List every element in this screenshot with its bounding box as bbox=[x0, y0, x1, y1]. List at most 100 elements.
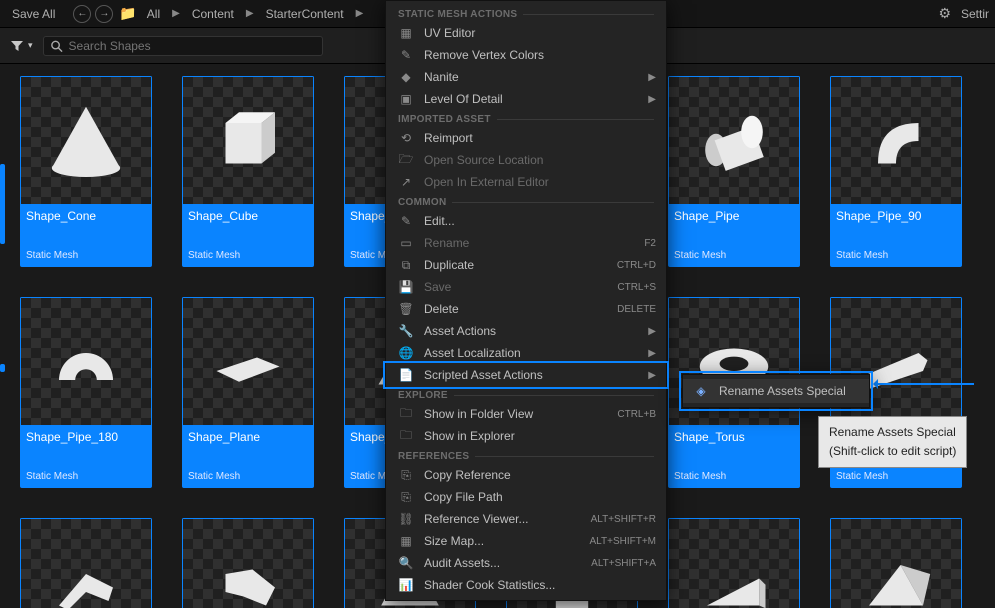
cm-copy-reference[interactable]: ⎘Copy Reference bbox=[386, 464, 666, 486]
globe-icon: 🌐 bbox=[398, 345, 414, 361]
asset-tile[interactable]: Shape_Pipe Static Mesh bbox=[668, 76, 800, 267]
asset-tile[interactable]: Shape_Wedge_BStatic Mesh bbox=[830, 518, 962, 608]
cm-reimport[interactable]: ⟲Reimport bbox=[386, 127, 666, 149]
trash-icon: 🗑 bbox=[398, 301, 414, 317]
cm-section-sma: STATIC MESH ACTIONS bbox=[386, 5, 666, 22]
tooltip-title: Rename Assets Special bbox=[829, 423, 956, 442]
script-icon: 📄 bbox=[398, 367, 414, 383]
asset-thumbnail bbox=[20, 76, 152, 204]
asset-type: Static Mesh bbox=[668, 250, 800, 267]
cm-remove-vertex-colors[interactable]: ✎Remove Vertex Colors bbox=[386, 44, 666, 66]
rename-icon: ▭ bbox=[398, 235, 414, 251]
cm-asset-localization[interactable]: 🌐Asset Localization▶ bbox=[386, 342, 666, 364]
asset-type: Static Mesh bbox=[20, 250, 152, 267]
asset-name: Shape_Plane bbox=[182, 425, 314, 445]
asset-tile[interactable]: Shape_ConeStatic Mesh bbox=[20, 76, 152, 267]
cm-section-imported: IMPORTED ASSET bbox=[386, 110, 666, 127]
sidebar-handle[interactable] bbox=[0, 364, 5, 372]
treemap-icon: ▦ bbox=[398, 533, 414, 549]
chevron-right-icon: ▶ bbox=[240, 8, 260, 19]
asset-thumbnail bbox=[668, 76, 800, 204]
cm-delete[interactable]: 🗑DeleteDELETE bbox=[386, 298, 666, 320]
chevron-right-icon: ▶ bbox=[648, 326, 656, 337]
asset-name: Shape_Torus bbox=[668, 425, 800, 445]
reimport-icon: ⟲ bbox=[398, 130, 414, 146]
asset-thumbnail bbox=[182, 518, 314, 608]
asset-tile[interactable]: Shape_Plane Static Mesh bbox=[182, 297, 314, 488]
sidebar-handle[interactable] bbox=[0, 164, 5, 244]
chevron-right-icon: ▶ bbox=[350, 8, 370, 19]
asset-tile[interactable]: Shape_Pipe_180 Static Mesh bbox=[20, 297, 152, 488]
cm-section-explore: EXPLORE bbox=[386, 386, 666, 403]
external-icon: ↗ bbox=[398, 174, 414, 190]
cm-edit[interactable]: ✎Edit... bbox=[386, 210, 666, 232]
asset-name: Shape_Pipe bbox=[668, 204, 800, 224]
cm-section-common: COMMON bbox=[386, 193, 666, 210]
cm-show-folder-view[interactable]: 🗀Show in Folder ViewCTRL+B bbox=[386, 403, 666, 425]
asset-name: Shape_Pipe_90 bbox=[830, 204, 962, 224]
cm-reference-viewer[interactable]: ⛓Reference Viewer...ALT+SHIFT+R bbox=[386, 508, 666, 530]
asset-type: Static Mesh bbox=[830, 250, 962, 267]
cm-copy-file-path[interactable]: ⎘Copy File Path bbox=[386, 486, 666, 508]
settings-button[interactable]: Settings bbox=[955, 5, 989, 23]
nav-forward-icon[interactable]: → bbox=[95, 5, 113, 23]
chevron-right-icon: ▶ bbox=[648, 348, 656, 359]
breadcrumb-starter[interactable]: StarterContent bbox=[260, 5, 350, 23]
asset-type: Static Mesh bbox=[182, 471, 314, 488]
copy-icon: ⧉ bbox=[398, 257, 414, 273]
context-submenu: ◈ Rename Assets Special bbox=[682, 374, 870, 408]
nav-back-icon[interactable]: ← bbox=[73, 5, 91, 23]
folder-icon[interactable]: 📁 bbox=[119, 5, 136, 22]
search-icon bbox=[50, 39, 63, 53]
breadcrumb-content[interactable]: Content bbox=[186, 5, 240, 23]
submenu-rename-assets-special[interactable]: ◈ Rename Assets Special bbox=[683, 379, 869, 403]
cm-save: 💾SaveCTRL+S bbox=[386, 276, 666, 298]
cm-lod[interactable]: ▣Level Of Detail▶ bbox=[386, 88, 666, 110]
asset-name: Shape_Cube bbox=[182, 204, 314, 224]
asset-tile[interactable]: Shape_Trim_90_OutStatic Mesh bbox=[182, 518, 314, 608]
clipboard-icon: ⎘ bbox=[398, 467, 414, 483]
asset-type: Static Mesh bbox=[182, 250, 314, 267]
asset-tile[interactable]: Shape_Trim_90_InStatic Mesh bbox=[20, 518, 152, 608]
cm-nanite[interactable]: ◆Nanite▶ bbox=[386, 66, 666, 88]
mesh-icon: ◆ bbox=[398, 69, 414, 85]
asset-thumbnail bbox=[20, 518, 152, 608]
cm-uv-editor[interactable]: ▦UV Editor bbox=[386, 22, 666, 44]
asset-tile[interactable]: Shape_Cube Static Mesh bbox=[182, 76, 314, 267]
filter-button[interactable]: ▾ bbox=[10, 39, 33, 53]
save-all-button[interactable]: Save All bbox=[6, 5, 61, 23]
cm-scripted-asset-actions[interactable]: 📄Scripted Asset Actions▶ bbox=[386, 364, 666, 386]
asset-thumbnail bbox=[182, 76, 314, 204]
context-menu: STATIC MESH ACTIONS ▦UV Editor ✎Remove V… bbox=[385, 0, 667, 601]
stats-icon: 📊 bbox=[398, 577, 414, 593]
search-box[interactable] bbox=[43, 36, 323, 56]
cm-rename: ▭RenameF2 bbox=[386, 232, 666, 254]
tooltip: Rename Assets Special (Shift-click to ed… bbox=[818, 416, 967, 468]
filter-icon bbox=[10, 39, 24, 53]
asset-thumbnail bbox=[182, 297, 314, 425]
asset-tile[interactable]: Shape_Wedge_AStatic Mesh bbox=[668, 518, 800, 608]
chevron-right-icon: ▶ bbox=[648, 72, 656, 83]
clipboard-icon: ⎘ bbox=[398, 489, 414, 505]
folder-open-icon: 🗁 bbox=[398, 152, 414, 168]
asset-tile[interactable]: Shape_Pipe_90 Static Mesh bbox=[830, 76, 962, 267]
cm-open-source: 🗁Open Source Location bbox=[386, 149, 666, 171]
cm-asset-actions[interactable]: 🔧Asset Actions▶ bbox=[386, 320, 666, 342]
cm-shader-cook[interactable]: 📊Shader Cook Statistics... bbox=[386, 574, 666, 596]
asset-thumbnail bbox=[668, 518, 800, 608]
asset-thumbnail bbox=[20, 297, 152, 425]
asset-name: Shape_Pipe_180 bbox=[20, 425, 152, 445]
cm-audit-assets[interactable]: 🔍Audit Assets...ALT+SHIFT+A bbox=[386, 552, 666, 574]
breadcrumb-all[interactable]: All bbox=[141, 5, 166, 23]
explorer-icon: 🗀 bbox=[398, 428, 414, 444]
cm-duplicate[interactable]: ⧉DuplicateCTRL+D bbox=[386, 254, 666, 276]
search-input[interactable] bbox=[69, 39, 316, 53]
asset-type: Static Mesh bbox=[20, 471, 152, 488]
cm-section-references: REFERENCES bbox=[386, 447, 666, 464]
grid-icon: ▦ bbox=[398, 25, 414, 41]
audit-icon: 🔍 bbox=[398, 555, 414, 571]
folder-icon: 🗀 bbox=[398, 406, 414, 422]
cm-size-map[interactable]: ▦Size Map...ALT+SHIFT+M bbox=[386, 530, 666, 552]
cm-show-explorer[interactable]: 🗀Show in Explorer bbox=[386, 425, 666, 447]
gear-icon[interactable]: ⚙ bbox=[938, 5, 951, 22]
